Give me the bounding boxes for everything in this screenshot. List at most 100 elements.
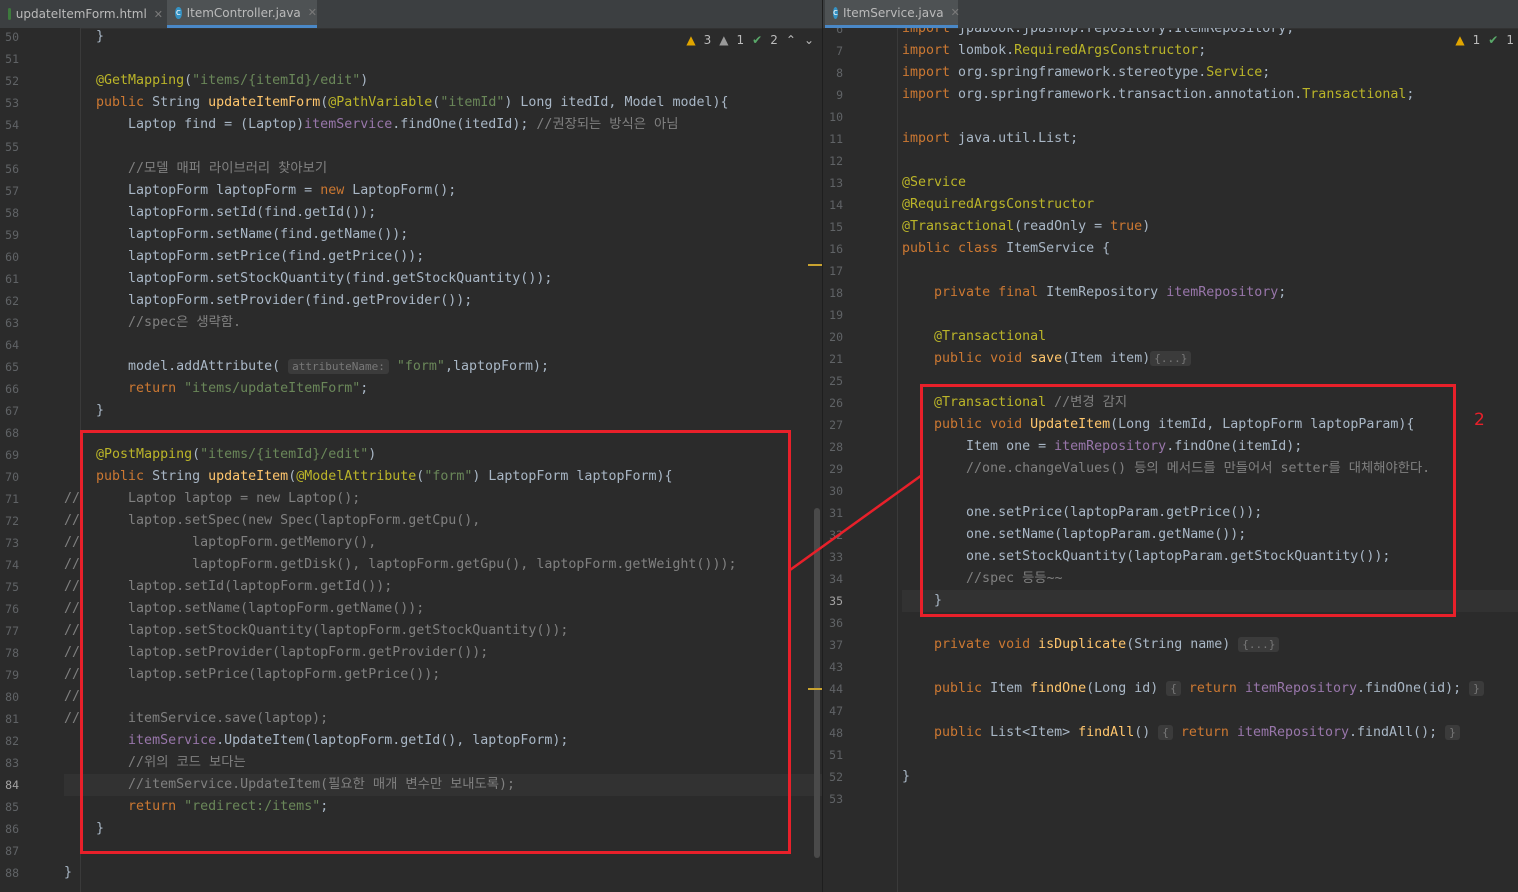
line-number: 77 bbox=[5, 624, 19, 638]
line-number: 64 bbox=[5, 338, 19, 352]
close-icon[interactable]: ✕ bbox=[308, 6, 317, 19]
code-line[interactable]: import java.util.List; bbox=[902, 128, 1078, 150]
code-line[interactable]: laptopForm.setStockQuantity(find.getStoc… bbox=[64, 268, 552, 290]
code-line[interactable]: LaptopForm laptopForm = new LaptopForm()… bbox=[64, 180, 456, 202]
line-number: 74 bbox=[5, 558, 19, 572]
code-line[interactable]: laptopForm.setId(find.getId()); bbox=[64, 202, 376, 224]
line-number: 19 bbox=[829, 308, 843, 322]
line-number: 71 bbox=[5, 492, 19, 506]
line-number: 62 bbox=[5, 294, 19, 308]
html-file-icon bbox=[8, 8, 11, 20]
code-line[interactable]: @Service bbox=[902, 172, 966, 194]
close-icon[interactable]: ✕ bbox=[951, 6, 960, 19]
warning-icon: ▲ bbox=[686, 33, 696, 47]
close-icon[interactable]: ✕ bbox=[154, 8, 163, 21]
line-number: 80 bbox=[5, 690, 19, 704]
line-number: 82 bbox=[5, 734, 19, 748]
code-line[interactable]: private final ItemRepository itemReposit… bbox=[902, 282, 1286, 304]
code-line[interactable]: } bbox=[64, 862, 72, 884]
code-line[interactable]: } bbox=[64, 400, 104, 422]
line-number: 17 bbox=[829, 264, 843, 278]
line-number: 84 bbox=[5, 778, 19, 792]
chevron-up-icon[interactable]: ⌃ bbox=[786, 33, 796, 47]
line-number: 58 bbox=[5, 206, 19, 220]
line-number: 14 bbox=[829, 198, 843, 212]
code-line[interactable]: @Transactional(readOnly = true) bbox=[902, 216, 1150, 238]
line-number: 53 bbox=[829, 792, 843, 806]
line-number: 54 bbox=[5, 118, 19, 132]
warning-icon: ▲ bbox=[1455, 33, 1465, 47]
tab-itemservice-java[interactable]: c ItemService.java ✕ bbox=[825, 0, 960, 28]
warning-count: 3 bbox=[703, 33, 712, 47]
line-number: 50 bbox=[5, 30, 19, 44]
code-line[interactable]: @Transactional bbox=[902, 326, 1046, 348]
line-number: 15 bbox=[829, 220, 843, 234]
code-line[interactable]: laptopForm.setProvider(find.getProvider(… bbox=[64, 290, 472, 312]
right-inspection-status[interactable]: ▲ 1 ✔ 1 bbox=[1455, 33, 1514, 47]
line-number: 11 bbox=[829, 132, 843, 146]
code-line[interactable]: // bbox=[64, 686, 80, 708]
code-line[interactable]: model.addAttribute( attributeName: "form… bbox=[64, 356, 549, 378]
tab-itemcontroller-java[interactable]: c ItemController.java ✕ bbox=[167, 0, 317, 28]
code-line[interactable]: @RequiredArgsConstructor bbox=[902, 194, 1094, 216]
java-class-icon: c bbox=[833, 6, 838, 19]
code-line[interactable]: laptopForm.setPrice(find.getPrice()); bbox=[64, 246, 424, 268]
code-line[interactable]: @GetMapping("items/{itemId}/edit") bbox=[64, 70, 368, 92]
line-number: 66 bbox=[5, 382, 19, 396]
line-number: 56 bbox=[5, 162, 19, 176]
line-number: 51 bbox=[829, 748, 843, 762]
code-line[interactable]: public String updateItemForm(@PathVariab… bbox=[64, 92, 728, 114]
code-line[interactable]: laptopForm.setName(find.getName()); bbox=[64, 224, 408, 246]
line-number: 27 bbox=[829, 418, 843, 432]
line-number: 12 bbox=[829, 154, 843, 168]
code-line[interactable]: public Item findOne(Long id) { return it… bbox=[902, 678, 1484, 700]
weak-warning-count: 1 bbox=[736, 33, 745, 47]
tab-updateitemform-html[interactable]: updateItemForm.html ✕ bbox=[8, 0, 163, 28]
line-number: 72 bbox=[5, 514, 19, 528]
code-line[interactable]: Laptop find = (Laptop)itemService.findOn… bbox=[64, 114, 678, 136]
line-number: 63 bbox=[5, 316, 19, 330]
line-number: 85 bbox=[5, 800, 19, 814]
code-line[interactable]: //모델 매퍼 라이브러리 찾아보기 bbox=[64, 158, 327, 180]
line-number: 68 bbox=[5, 426, 19, 440]
line-number: 16 bbox=[829, 242, 843, 256]
code-line[interactable]: import org.springframework.stereotype.Se… bbox=[902, 62, 1270, 84]
line-number: 51 bbox=[5, 52, 19, 66]
code-line[interactable]: public class ItemService { bbox=[902, 238, 1110, 260]
weak-warning-icon: ▲ bbox=[719, 33, 729, 47]
connector-line bbox=[789, 473, 923, 572]
tab-label: ItemController.java bbox=[186, 5, 301, 20]
code-line[interactable]: import lombok.RequiredArgsConstructor; bbox=[902, 40, 1206, 62]
code-line[interactable]: } bbox=[64, 28, 104, 48]
annotation-number: 2 bbox=[1474, 410, 1485, 430]
line-number: 21 bbox=[829, 352, 843, 366]
line-number: 43 bbox=[829, 660, 843, 674]
line-number: 25 bbox=[829, 374, 843, 388]
line-number: 60 bbox=[5, 250, 19, 264]
left-inspection-status[interactable]: ▲ 3 ▲ 1 ✔ 2 ⌃ ⌄ bbox=[686, 33, 814, 47]
right-tab-bar: c ItemService.java ✕ bbox=[823, 0, 1518, 29]
code-line[interactable]: public void save(Item item) {...} bbox=[902, 348, 1192, 370]
line-number: 73 bbox=[5, 536, 19, 550]
code-line[interactable]: public List<Item> findAll() { return ite… bbox=[902, 722, 1460, 744]
line-number: 70 bbox=[5, 470, 19, 484]
highlight-box-controller bbox=[80, 430, 791, 854]
code-line[interactable]: } bbox=[902, 766, 910, 788]
code-line[interactable]: import jpabook.jpashop.repository.ItemRe… bbox=[902, 28, 1294, 40]
typo-count: 1 bbox=[1506, 33, 1514, 47]
code-line[interactable]: //spec은 생략함. bbox=[64, 312, 241, 334]
code-line[interactable]: private void isDuplicate(String name) {.… bbox=[902, 634, 1280, 656]
line-number: 53 bbox=[5, 96, 19, 110]
code-line[interactable]: return "items/updateItemForm"; bbox=[64, 378, 368, 400]
tab-label: ItemService.java bbox=[842, 5, 944, 20]
line-number: 20 bbox=[829, 330, 843, 344]
code-line[interactable]: import org.springframework.transaction.a… bbox=[902, 84, 1414, 106]
line-number: 35 bbox=[829, 594, 843, 608]
line-number: 10 bbox=[829, 110, 843, 124]
line-number: 13 bbox=[829, 176, 843, 190]
typo-count: 2 bbox=[770, 33, 778, 47]
line-number: 61 bbox=[5, 272, 19, 286]
line-number: 79 bbox=[5, 668, 19, 682]
chevron-down-icon[interactable]: ⌄ bbox=[804, 33, 814, 47]
line-number: 81 bbox=[5, 712, 19, 726]
